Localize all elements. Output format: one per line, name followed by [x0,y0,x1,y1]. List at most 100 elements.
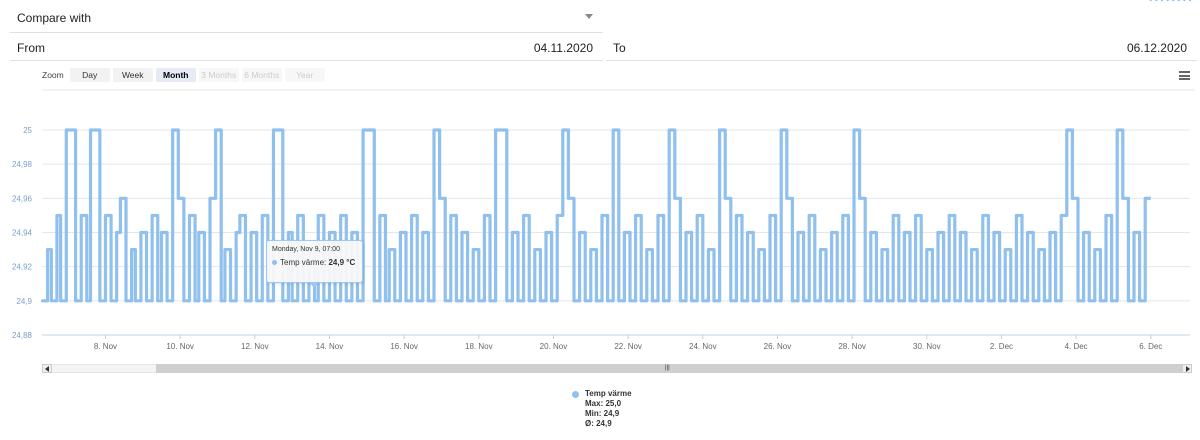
x-tick-label: 8. Nov [94,342,117,351]
data-point [134,299,137,303]
data-point [296,214,299,217]
data-point [1110,299,1113,303]
data-point [774,299,777,303]
data-point [1065,128,1069,132]
data-point [600,214,604,217]
zoom-week-button[interactable]: Week [112,68,153,82]
data-point [333,299,337,303]
x-tick-label: 2. Dec [990,342,1013,351]
legend-max: Max: 25,0 [585,399,622,408]
data-point [684,231,688,234]
data-point [612,128,615,132]
y-tick-label: 24,94 [12,229,33,238]
data-point [998,299,1001,303]
data-point [505,299,508,303]
data-point [1177,0,1180,2]
y-tick-label: 24,9 [16,297,32,306]
zoom-month-button[interactable]: Month [155,68,196,82]
data-point [1088,299,1091,303]
scroll-right-arrow-icon[interactable] [1182,364,1192,373]
tooltip-series-name: Temp värme [280,258,325,267]
data-point [197,231,200,234]
data-point [858,197,861,200]
data-point [399,231,402,234]
data-point [1166,0,1169,2]
data-point [561,128,564,132]
data-point [438,197,441,200]
data-point [261,214,264,217]
data-point [796,231,800,234]
data-point [165,299,169,303]
data-point [177,197,180,200]
data-point [819,248,822,251]
data-point [1076,299,1080,303]
legend-series-name[interactable]: Temp värme [585,389,632,398]
data-point [272,128,275,132]
hamburger-menu-icon[interactable] [1179,71,1190,80]
data-point [936,231,940,234]
data-point [208,197,212,200]
data-point [908,299,912,303]
data-point [455,299,458,303]
data-point [976,299,979,303]
data-point [516,299,520,303]
zoom-6-months-button: 6 Months [241,68,282,82]
data-point [367,128,370,132]
data-point [494,128,497,132]
x-tick-label: 10. Nov [166,342,194,351]
data-point [1138,299,1141,303]
data-point [847,299,850,303]
data-point [1020,299,1024,303]
data-point [238,214,242,217]
data-point [356,299,359,303]
zoom-day-button[interactable]: Day [69,68,110,82]
data-point [701,299,704,303]
data-point [595,299,598,303]
tooltip-series-line: Temp värme: 24,9 °C [272,258,355,267]
data-point [393,299,396,303]
data-point [139,231,143,234]
scroll-left-arrow-icon[interactable] [42,364,52,373]
data-point [345,299,348,303]
data-point [942,299,945,303]
data-point [791,299,794,303]
data-point [780,128,783,132]
data-point [981,214,984,217]
data-point [752,299,755,303]
data-point [830,231,833,234]
data-point [214,128,217,132]
data-point [556,214,559,217]
data-point [80,214,83,217]
x-tick-label: 28. Nov [838,342,866,351]
data-point [914,214,917,217]
data-point [188,214,191,217]
data-point [1015,214,1018,217]
data-point [651,299,654,303]
data-point [1093,248,1097,251]
data-point [290,299,294,303]
data-point [388,248,391,251]
data-point [220,299,223,303]
data-point [634,214,637,217]
data-point [628,299,632,303]
data-point [970,248,973,251]
data-point [193,299,197,303]
x-tick-label: 30. Nov [913,342,941,351]
x-tick-label: 16. Nov [390,342,418,351]
data-point [477,299,480,303]
data-point [1009,299,1012,303]
data-point [119,197,122,200]
x-tick-label: 20. Nov [540,342,568,351]
data-point [276,128,279,132]
data-point [1144,197,1147,200]
y-tick-label: 25 [23,126,32,135]
data-point [511,231,514,234]
data-point [668,128,671,132]
data-point [115,231,118,234]
data-point [427,299,430,303]
data-point [1132,231,1136,234]
data-point [852,128,856,132]
data-point [40,299,44,303]
data-point [897,299,900,303]
data-point [203,299,206,303]
